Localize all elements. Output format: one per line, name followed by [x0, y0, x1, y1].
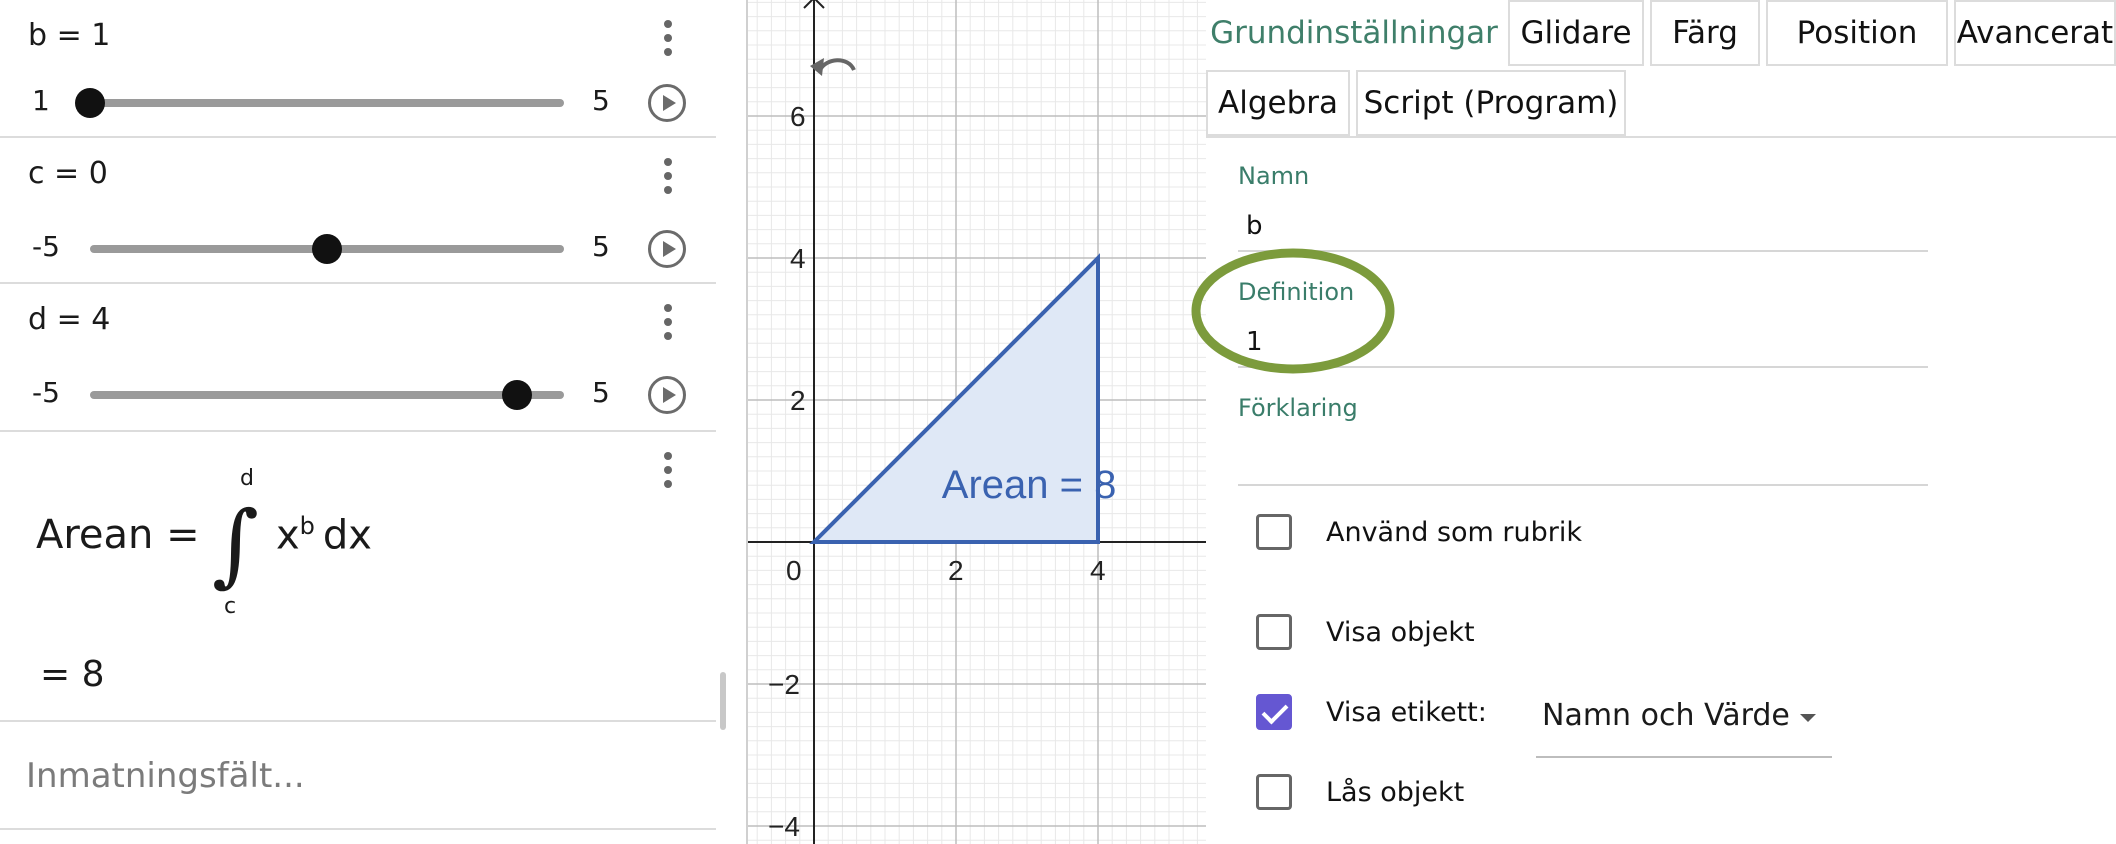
tab-avancerat[interactable]: Avancerat: [1954, 0, 2116, 66]
integral-row[interactable]: Arean = ∫ d c xb dx = 8: [0, 432, 716, 722]
integral-upper-limit: d: [240, 466, 254, 491]
dropdown-selected-value: Namn och Värde: [1542, 698, 1790, 733]
integral-result: = 8: [40, 654, 105, 695]
y-tick-label: 6: [790, 101, 806, 132]
more-options-icon[interactable]: [658, 304, 678, 344]
checkbox-visa-etikett[interactable]: [1256, 694, 1292, 730]
integrand-exponent: b: [299, 512, 315, 540]
integral-lower-limit: c: [224, 594, 237, 619]
area-label[interactable]: Arean = 8: [942, 463, 1117, 507]
checkbox-visa-objekt[interactable]: [1256, 614, 1292, 650]
checkbox-label: Använd som rubrik: [1326, 516, 1582, 548]
x-tick-label: 2: [948, 555, 964, 586]
slider-max-label: 5: [592, 376, 610, 409]
definition-field-label: Definition: [1238, 278, 1355, 306]
tab-divider: [1206, 136, 2116, 138]
caption-field-label: Förklaring: [1238, 394, 1358, 422]
name-field[interactable]: [1238, 202, 1928, 252]
slider-min-label: -5: [32, 376, 60, 409]
properties-view: Grundinställningar Glidare Färg Position…: [1191, 0, 2116, 844]
more-options-icon[interactable]: [658, 452, 678, 492]
slider-max-label: 5: [592, 84, 610, 117]
slider-definition-b[interactable]: b = 1: [28, 18, 110, 53]
slider-min-label: 1: [32, 84, 50, 117]
y-tick-label: 2: [790, 385, 806, 416]
checkbox-label: Visa objekt: [1326, 616, 1475, 648]
graphics-canvas[interactable]: 0 2 4 6 4 2 −2 −4 Arean = 8: [748, 0, 1208, 844]
integral-sign-icon: ∫: [212, 492, 259, 597]
y-tick-label: 4: [790, 243, 806, 274]
checkbox-label: Lås objekt: [1326, 776, 1465, 808]
play-animation-icon[interactable]: [648, 230, 686, 268]
slider-thumb-c[interactable]: [312, 234, 342, 264]
definition-field[interactable]: [1238, 318, 1928, 368]
integrand-base: x: [276, 512, 300, 559]
slider-track-b[interactable]: [75, 88, 564, 118]
name-field-label: Namn: [1238, 162, 1310, 190]
slider-track-d[interactable]: [90, 380, 564, 410]
x-tick-label: 4: [1090, 555, 1106, 586]
label-style-dropdown[interactable]: Namn och Värde: [1536, 690, 1832, 758]
tab-farg[interactable]: Färg: [1650, 0, 1760, 66]
tab-grundinstallningar[interactable]: Grundinställningar: [1206, 0, 1502, 66]
x-tick-label: 0: [786, 555, 802, 586]
play-animation-icon[interactable]: [648, 376, 686, 414]
slider-max-label: 5: [592, 230, 610, 263]
chevron-down-icon: [1800, 714, 1816, 722]
checkbox-las-objekt[interactable]: [1256, 774, 1292, 810]
input-bar[interactable]: [0, 720, 716, 830]
algebra-scrollbar[interactable]: [720, 672, 726, 730]
more-options-icon[interactable]: [658, 20, 678, 60]
input-bar-field[interactable]: [24, 750, 688, 802]
slider-thumb-b[interactable]: [75, 88, 105, 118]
checkbox-row-visa-etikett[interactable]: Visa etikett:: [1256, 694, 1487, 730]
graphics-view[interactable]: 0 2 4 6 4 2 −2 −4 Arean = 8: [746, 0, 1208, 844]
slider-min-label: -5: [32, 230, 60, 263]
tab-glidare[interactable]: Glidare: [1508, 0, 1644, 66]
slider-row-d[interactable]: d = 4 -5 5: [0, 284, 716, 432]
slider-definition-c[interactable]: c = 0: [28, 156, 108, 191]
integral-integrand: xb dx: [276, 512, 372, 558]
play-animation-icon[interactable]: [648, 84, 686, 122]
slider-definition-d[interactable]: d = 4: [28, 302, 110, 337]
more-options-icon[interactable]: [658, 158, 678, 198]
tab-script[interactable]: Script (Program): [1356, 70, 1626, 136]
slider-track-c[interactable]: [90, 234, 564, 264]
y-tick-label: −2: [768, 669, 800, 700]
integral-lhs: Arean =: [36, 512, 200, 558]
checkbox-row-rubrik[interactable]: Använd som rubrik: [1256, 514, 1582, 550]
caption-field[interactable]: [1238, 436, 1928, 486]
slider-thumb-d[interactable]: [501, 380, 532, 410]
tab-position[interactable]: Position: [1766, 0, 1948, 66]
algebra-view: b = 1 1 5 c = 0 -5 5 d = 4 -5 5 Arean = …: [0, 0, 716, 844]
checkbox-row-visa-objekt[interactable]: Visa objekt: [1256, 614, 1475, 650]
tab-algebra[interactable]: Algebra: [1206, 70, 1350, 136]
slider-row-c[interactable]: c = 0 -5 5: [0, 138, 716, 284]
y-tick-label: −4: [768, 811, 800, 842]
slider-row-b[interactable]: b = 1 1 5: [0, 0, 716, 138]
checkbox-anvand-som-rubrik[interactable]: [1256, 514, 1292, 550]
checkbox-row-las-objekt[interactable]: Lås objekt: [1256, 774, 1464, 810]
integrand-dx: dx: [322, 512, 372, 559]
checkbox-label: Visa etikett:: [1326, 696, 1487, 728]
